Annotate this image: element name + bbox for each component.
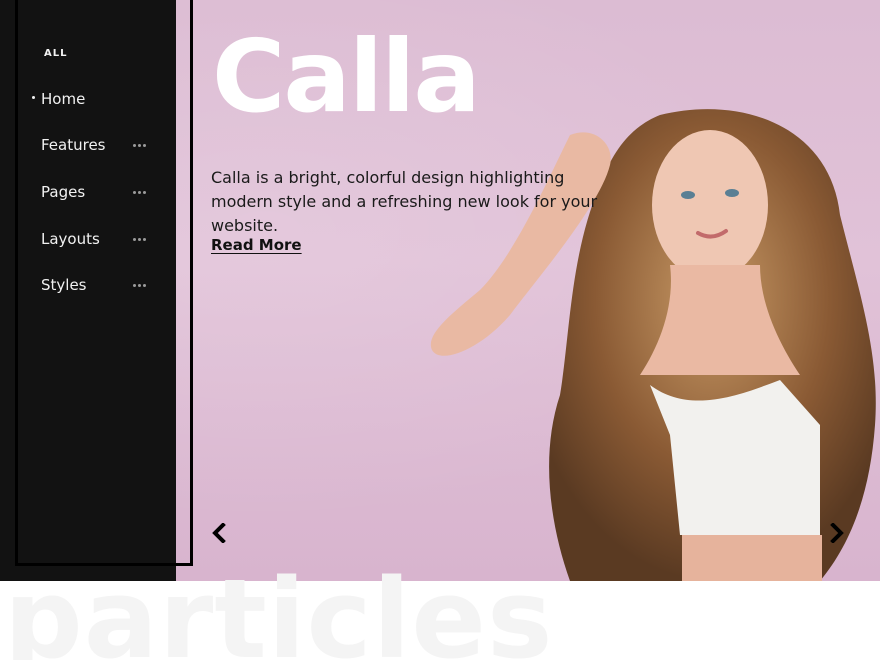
more-dots-icon[interactable]	[133, 190, 146, 194]
sidebar-item-label: Styles	[41, 276, 87, 294]
menu-heading: ALL	[44, 48, 68, 59]
chevron-right-icon	[830, 523, 844, 543]
hero-tagline: Calla is a bright, colorful design highl…	[211, 168, 598, 235]
watermark: particles	[0, 572, 880, 660]
more-dots-icon[interactable]	[133, 237, 146, 241]
active-bullet	[32, 96, 35, 99]
chevron-left-icon	[212, 523, 226, 543]
sidebar-item-label: Layouts	[41, 230, 100, 248]
sidebar-item-home[interactable]: Home	[32, 87, 153, 111]
sidebar-item-label: Home	[41, 90, 86, 108]
sidebar-item-features[interactable]: Features	[41, 133, 153, 157]
slider-next-button[interactable]	[826, 521, 848, 545]
more-dots-icon[interactable]	[133, 143, 146, 147]
sidebar-item-label: Pages	[41, 183, 86, 201]
more-dots-icon[interactable]	[133, 283, 146, 287]
sidebar-item-pages[interactable]: Pages	[41, 180, 153, 204]
sidebar-item-layouts[interactable]: Layouts	[41, 227, 153, 251]
sidebar-item-label: Features	[41, 136, 106, 154]
watermark-text: particles	[4, 572, 554, 660]
read-more-link[interactable]: Read More	[211, 236, 302, 254]
hero-title: Calla	[212, 18, 481, 135]
slider-prev-button[interactable]	[208, 521, 230, 545]
sidebar-item-styles[interactable]: Styles	[41, 273, 153, 297]
